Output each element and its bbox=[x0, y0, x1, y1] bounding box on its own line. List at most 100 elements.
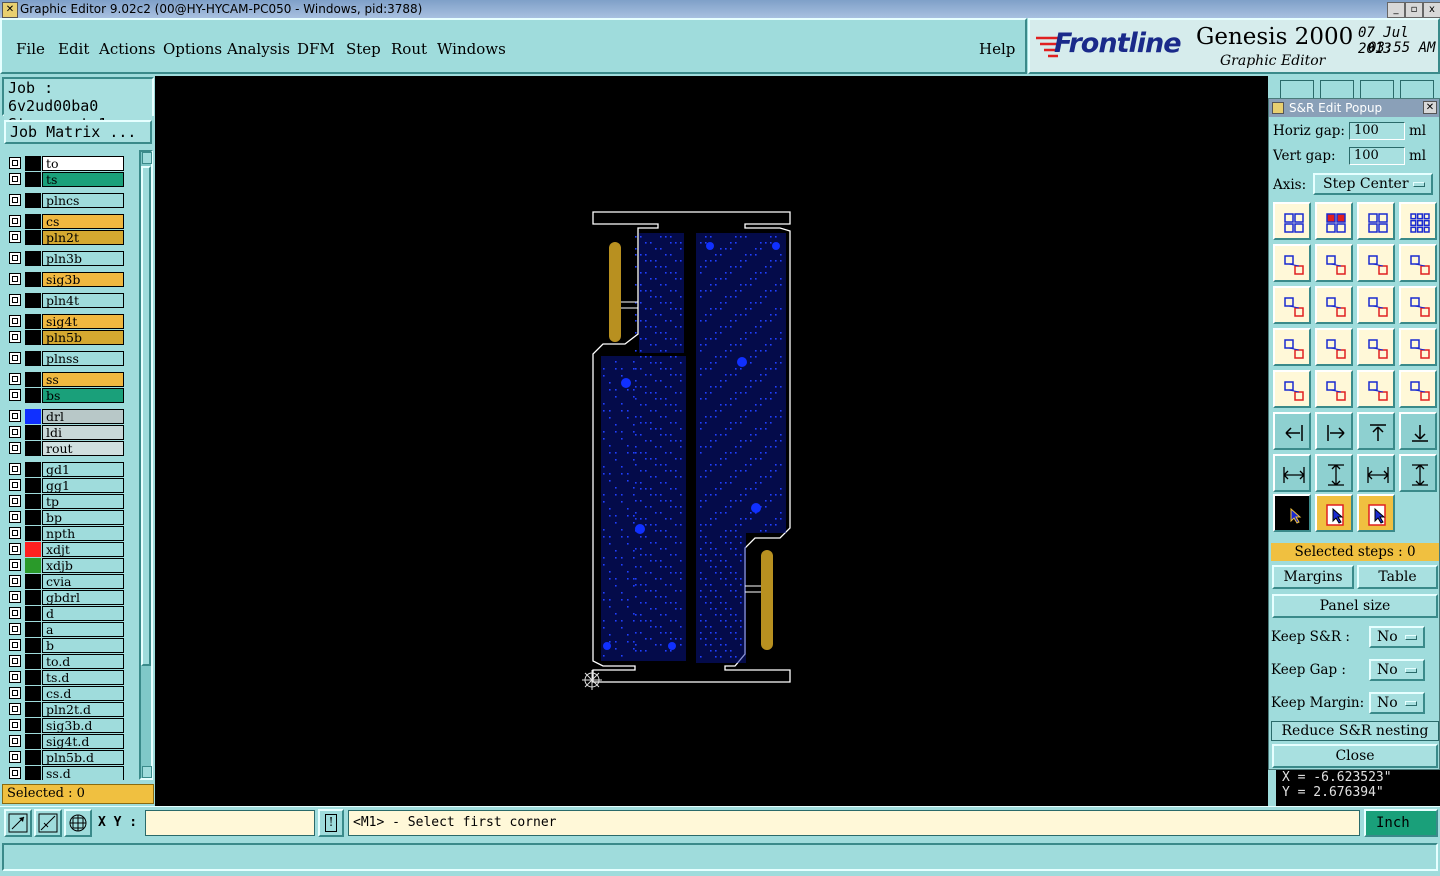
layer-row-sig4t-d[interactable]: sig4t.d bbox=[6, 734, 124, 749]
layer-row-sig4t[interactable]: sig4t bbox=[6, 314, 124, 329]
measure-icon[interactable] bbox=[34, 809, 62, 837]
keep-margin-select[interactable]: No bbox=[1369, 692, 1425, 714]
layer-checkbox[interactable] bbox=[9, 157, 21, 169]
layer-row-ss[interactable]: ss bbox=[6, 372, 124, 387]
layer-row-plnss[interactable]: plnss bbox=[6, 351, 124, 366]
grid-snap-icon[interactable] bbox=[64, 809, 92, 837]
table-button[interactable]: Table bbox=[1357, 565, 1438, 589]
layer-checkbox[interactable] bbox=[9, 511, 21, 523]
menu-edit[interactable]: Edit bbox=[58, 40, 89, 58]
layer-checkbox[interactable] bbox=[9, 719, 21, 731]
layer-checkbox[interactable] bbox=[9, 623, 21, 635]
menu-actions[interactable]: Actions bbox=[99, 40, 155, 58]
layer-color-swatch[interactable] bbox=[25, 606, 41, 621]
layer-checkbox[interactable] bbox=[9, 687, 21, 699]
layer-row-b[interactable]: b bbox=[6, 638, 124, 653]
close-button[interactable]: Close bbox=[1272, 744, 1438, 768]
layer-checkbox[interactable] bbox=[9, 543, 21, 555]
layer-color-swatch[interactable] bbox=[25, 425, 41, 440]
layer-color-swatch[interactable] bbox=[25, 542, 41, 557]
layer-name[interactable]: tp bbox=[42, 494, 124, 509]
layer-name[interactable]: to.d bbox=[42, 654, 124, 669]
horiz-gap-input[interactable]: 100 bbox=[1349, 122, 1405, 140]
align-right-icon[interactable] bbox=[1315, 328, 1353, 366]
copy-step-icon[interactable] bbox=[1357, 244, 1395, 282]
layer-checkbox[interactable] bbox=[9, 671, 21, 683]
arrow-down-icon[interactable] bbox=[1399, 412, 1437, 450]
layer-name[interactable]: drl bbox=[42, 409, 124, 424]
layer-name[interactable]: a bbox=[42, 622, 124, 637]
layer-color-swatch[interactable] bbox=[25, 462, 41, 477]
layer-checkbox[interactable] bbox=[9, 591, 21, 603]
layer-name[interactable]: xdjt bbox=[42, 542, 124, 557]
select-arrow-icon[interactable] bbox=[1273, 494, 1311, 532]
layer-color-swatch[interactable] bbox=[25, 734, 41, 749]
layer-name[interactable]: gbdrl bbox=[42, 590, 124, 605]
layer-row-ts-d[interactable]: ts.d bbox=[6, 670, 124, 685]
center-v-icon[interactable] bbox=[1273, 370, 1311, 408]
layer-color-swatch[interactable] bbox=[25, 622, 41, 637]
layer-row-to-d[interactable]: to.d bbox=[6, 654, 124, 669]
layer-row-cvia[interactable]: cvia bbox=[6, 574, 124, 589]
flip-h-icon[interactable] bbox=[1273, 286, 1311, 324]
layer-color-swatch[interactable] bbox=[25, 670, 41, 685]
arrow-up-icon[interactable] bbox=[1357, 412, 1395, 450]
menu-rout[interactable]: Rout bbox=[391, 40, 427, 58]
layer-row-pln5b-d[interactable]: pln5b.d bbox=[6, 750, 124, 765]
layer-row-ts[interactable]: ts bbox=[6, 172, 124, 187]
info-icon[interactable]: ! bbox=[318, 809, 344, 837]
layer-name[interactable]: plnss bbox=[42, 351, 124, 366]
layer-row-to[interactable]: to bbox=[6, 156, 124, 171]
menu-analysis[interactable]: Analysis bbox=[227, 40, 290, 58]
layer-name[interactable]: d bbox=[42, 606, 124, 621]
layer-checkbox[interactable] bbox=[9, 426, 21, 438]
layer-color-swatch[interactable] bbox=[25, 478, 41, 493]
layer-row-cs[interactable]: cs bbox=[6, 214, 124, 229]
layer-row-bs[interactable]: bs bbox=[6, 388, 124, 403]
move-step-x-icon[interactable] bbox=[1315, 244, 1353, 282]
move-step-icon[interactable] bbox=[1273, 244, 1311, 282]
layer-name[interactable]: ss.d bbox=[42, 766, 124, 780]
layer-color-swatch[interactable] bbox=[25, 590, 41, 605]
arrow-right-icon[interactable] bbox=[1315, 412, 1353, 450]
graphic-canvas[interactable] bbox=[155, 76, 1268, 807]
rotate-right-icon[interactable] bbox=[1399, 286, 1437, 324]
maximize-button[interactable]: ▫ bbox=[1405, 2, 1423, 18]
layer-color-swatch[interactable] bbox=[25, 230, 41, 245]
layer-name[interactable]: cvia bbox=[42, 574, 124, 589]
layer-name[interactable]: pln2t.d bbox=[42, 702, 124, 717]
layer-checkbox[interactable] bbox=[9, 352, 21, 364]
space-h-icon[interactable] bbox=[1357, 370, 1395, 408]
layer-checkbox[interactable] bbox=[9, 639, 21, 651]
vert-gap-input[interactable]: 100 bbox=[1349, 147, 1405, 165]
layer-checkbox[interactable] bbox=[9, 559, 21, 571]
menu-file[interactable]: File bbox=[16, 40, 45, 58]
layer-name[interactable]: pln5b bbox=[42, 330, 124, 345]
close-window-button[interactable]: x bbox=[1423, 2, 1440, 18]
layer-color-swatch[interactable] bbox=[25, 272, 41, 287]
toolbar-icon-2[interactable] bbox=[1320, 80, 1354, 100]
zoom-area-icon[interactable] bbox=[4, 809, 32, 837]
layer-name[interactable]: cs.d bbox=[42, 686, 124, 701]
layer-checkbox[interactable] bbox=[9, 231, 21, 243]
layer-checkbox[interactable] bbox=[9, 735, 21, 747]
layer-color-swatch[interactable] bbox=[25, 293, 41, 308]
layer-name[interactable]: npth bbox=[42, 526, 124, 541]
stretch-v-icon[interactable] bbox=[1315, 454, 1353, 492]
layer-checkbox[interactable] bbox=[9, 527, 21, 539]
layer-checkbox[interactable] bbox=[9, 410, 21, 422]
layer-row-sig3b-d[interactable]: sig3b.d bbox=[6, 718, 124, 733]
layer-name[interactable]: xdjb bbox=[42, 558, 124, 573]
layer-checkbox[interactable] bbox=[9, 315, 21, 327]
layer-checkbox[interactable] bbox=[9, 389, 21, 401]
keep-sr-select[interactable]: No bbox=[1369, 626, 1425, 648]
layer-name[interactable]: cs bbox=[42, 214, 124, 229]
layer-color-swatch[interactable] bbox=[25, 510, 41, 525]
layer-name[interactable]: gd1 bbox=[42, 462, 124, 477]
layer-checkbox[interactable] bbox=[9, 767, 21, 779]
layer-row-gbdrl[interactable]: gbdrl bbox=[6, 590, 124, 605]
layer-checkbox[interactable] bbox=[9, 331, 21, 343]
units-select[interactable]: Inch bbox=[1364, 809, 1438, 837]
layer-name[interactable]: sig3b bbox=[42, 272, 124, 287]
layer-checkbox[interactable] bbox=[9, 373, 21, 385]
